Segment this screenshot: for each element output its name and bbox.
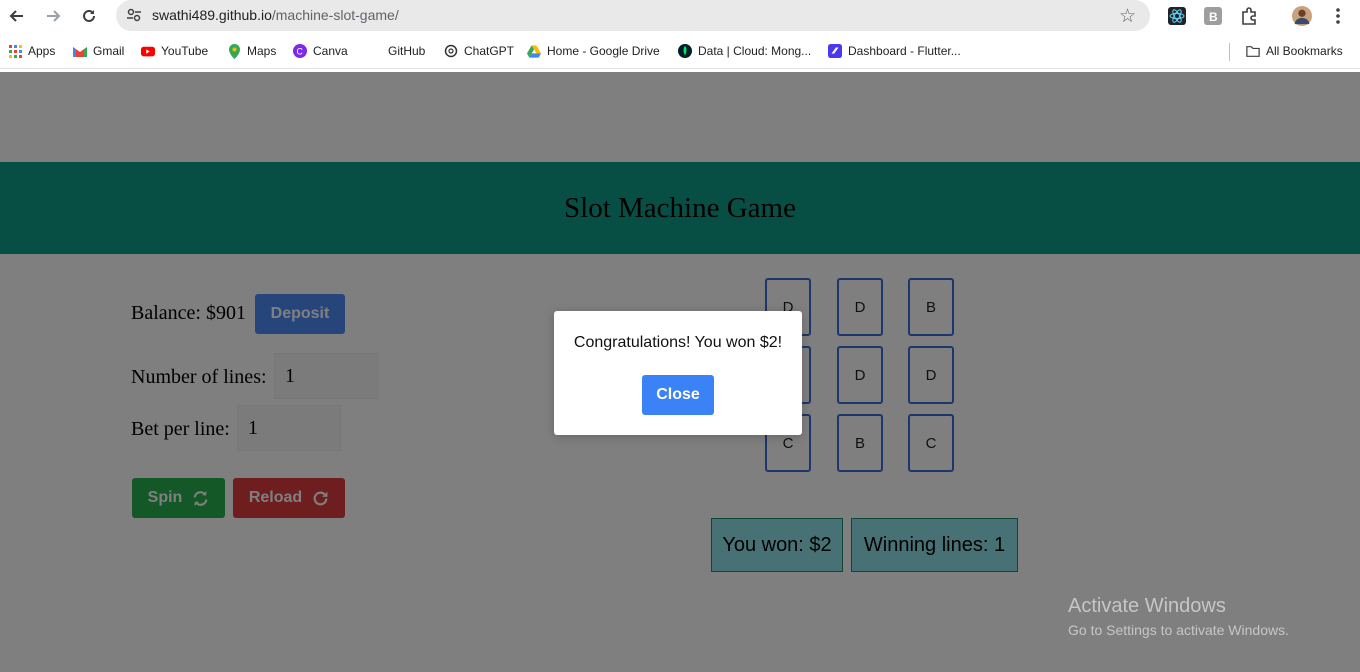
bookmark-label: Canva — [313, 44, 348, 58]
bookmark-google-drive[interactable]: Home - Google Drive — [527, 44, 660, 58]
bookmark-mongodb[interactable]: Data | Cloud: Mong... — [678, 44, 811, 58]
bookmark-flutterflow[interactable]: Dashboard - Flutter... — [828, 44, 961, 58]
youtube-icon — [141, 44, 155, 58]
react-devtools-icon[interactable] — [1167, 6, 1187, 26]
bookmark-label: Gmail — [93, 44, 125, 58]
all-bookmarks-label: All Bookmarks — [1266, 44, 1343, 58]
bookmarks-divider — [1229, 43, 1230, 61]
bookmark-canva[interactable]: C Canva — [293, 44, 348, 58]
svg-text:C: C — [297, 47, 303, 57]
url-text: swathi489.github.io/machine-slot-game/ — [152, 7, 399, 23]
svg-text:B: B — [1209, 10, 1218, 24]
bookmark-label: GitHub — [388, 44, 426, 58]
activate-windows-watermark: Activate Windows Go to Settings to activ… — [1068, 595, 1289, 638]
browser-toolbar: swathi489.github.io/machine-slot-game/ ☆… — [0, 0, 1360, 33]
bookmark-chatgpt[interactable]: ChatGPT — [444, 44, 514, 58]
browser-menu-icon[interactable] — [1328, 6, 1348, 26]
drive-icon — [527, 44, 541, 58]
bookmark-youtube[interactable]: YouTube — [141, 44, 208, 58]
close-button[interactable]: Close — [642, 375, 714, 415]
bookmark-label: Dashboard - Flutter... — [848, 44, 961, 58]
win-modal: Congratulations! You won $2! Close — [554, 311, 802, 435]
forward-icon[interactable] — [40, 4, 66, 28]
bookmark-apps[interactable]: Apps — [8, 44, 55, 58]
modal-message: Congratulations! You won $2! — [573, 334, 783, 351]
flutterflow-icon — [828, 44, 842, 58]
profile-avatar[interactable] — [1292, 6, 1312, 26]
address-bar[interactable]: swathi489.github.io/machine-slot-game/ ☆ — [116, 0, 1150, 31]
reload-page-icon[interactable] — [76, 4, 102, 28]
canva-icon: C — [293, 44, 307, 58]
bookmark-label: Home - Google Drive — [547, 44, 660, 58]
folder-icon — [1246, 44, 1260, 58]
extensions-puzzle-icon[interactable] — [1239, 6, 1259, 26]
mongodb-icon — [678, 44, 692, 58]
bookmark-github[interactable]: GitHub — [368, 44, 425, 58]
extension-b-icon[interactable]: B — [1203, 6, 1223, 26]
url-host: swathi489.github.io — [152, 7, 272, 23]
bookmark-label: YouTube — [161, 44, 209, 58]
github-icon — [368, 44, 382, 58]
bookmark-label: ChatGPT — [464, 44, 515, 58]
bookmark-label: Data | Cloud: Mong... — [698, 44, 812, 58]
chatgpt-icon — [444, 44, 458, 58]
bookmark-label: Apps — [28, 44, 56, 58]
bookmark-star-icon[interactable]: ☆ — [1119, 5, 1136, 28]
all-bookmarks[interactable]: All Bookmarks — [1246, 44, 1343, 58]
bookmark-gmail[interactable]: Gmail — [73, 44, 124, 58]
apps-icon — [8, 44, 22, 58]
bookmark-maps[interactable]: Maps — [227, 43, 277, 59]
bookmark-label: Maps — [247, 44, 277, 58]
back-icon[interactable] — [4, 4, 30, 28]
maps-icon — [227, 43, 241, 59]
site-settings-icon[interactable] — [126, 7, 142, 23]
bookmarks-bar: Apps Gmail YouTube Maps C Canva GitHub C… — [0, 35, 1360, 69]
watermark-subtitle: Go to Settings to activate Windows. — [1068, 622, 1289, 638]
watermark-title: Activate Windows — [1068, 595, 1226, 617]
url-path: /machine-slot-game/ — [271, 7, 399, 23]
gmail-icon — [73, 44, 87, 58]
